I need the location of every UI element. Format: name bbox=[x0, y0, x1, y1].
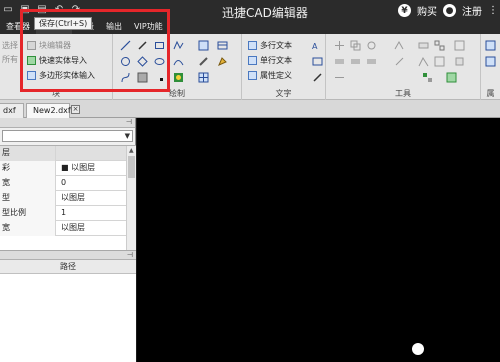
rotate-tool-icon[interactable] bbox=[366, 40, 377, 51]
text-group: 多行文本 单行文本 属性定义 A 文字 bbox=[242, 34, 326, 100]
table-row[interactable]: 型比例 1 bbox=[0, 206, 136, 221]
property-key: 型比例 bbox=[0, 206, 56, 221]
property-value bbox=[57, 146, 124, 161]
properties-panel: ⊣ ▼ 层 彩 ■ 以图层 宽 0 型 以图层 型比例 1 宽 以图层 ▲ ⊣ … bbox=[0, 118, 136, 362]
layer-icon[interactable] bbox=[485, 40, 496, 51]
single-line-text-icon bbox=[248, 56, 257, 65]
table-row[interactable]: 层 bbox=[0, 146, 136, 161]
multiline-text-button[interactable]: 多行文本 bbox=[248, 40, 292, 51]
chevron-down-icon: ▼ bbox=[124, 132, 130, 140]
pin-icon[interactable]: ⊣ bbox=[126, 118, 132, 126]
app-title: 迅捷CAD编辑器 bbox=[222, 6, 308, 20]
close-tab-icon[interactable]: × bbox=[71, 105, 80, 114]
text-style-icon[interactable]: A bbox=[312, 40, 323, 51]
attribute-group: 属 bbox=[481, 34, 500, 100]
measure-tool-icon[interactable] bbox=[422, 72, 433, 83]
stretch-tool-icon[interactable] bbox=[334, 56, 345, 67]
save-tooltip: 保存(Ctrl+S) bbox=[34, 17, 93, 30]
table-dropdown-icon[interactable] bbox=[217, 40, 228, 51]
text-edit-icon[interactable] bbox=[312, 56, 323, 67]
explode-tool-icon[interactable] bbox=[454, 40, 465, 51]
offset-tool-icon[interactable] bbox=[418, 40, 429, 51]
polyline-tool-icon[interactable] bbox=[173, 40, 184, 51]
property-key: 宽 bbox=[0, 176, 56, 191]
register-link[interactable]: 注册 bbox=[462, 3, 482, 18]
copy-tool-icon[interactable] bbox=[350, 40, 361, 51]
properties-tool-icon[interactable] bbox=[446, 72, 457, 83]
path-list bbox=[0, 274, 136, 362]
property-key: 型 bbox=[0, 191, 56, 206]
more-icon[interactable]: ⋮ bbox=[488, 5, 498, 16]
attribute-definition-icon bbox=[248, 71, 257, 80]
arc-tool-icon[interactable] bbox=[173, 56, 184, 67]
text-group-label: 文字 bbox=[275, 89, 292, 98]
attribute-definition-label: 属性定义 bbox=[260, 71, 292, 80]
pin-icon[interactable]: ⊣ bbox=[127, 251, 133, 259]
array-tool-icon[interactable] bbox=[434, 40, 445, 51]
join-tool-icon[interactable] bbox=[334, 72, 345, 83]
all-label[interactable]: 所有 bbox=[2, 54, 18, 65]
attribute-definition-button[interactable]: 属性定义 bbox=[248, 70, 292, 81]
buy-link[interactable]: 购买 bbox=[417, 3, 437, 18]
table-row[interactable]: 宽 以图层 bbox=[0, 221, 136, 236]
grid-table-icon[interactable] bbox=[198, 72, 209, 83]
tools-group: 工具 bbox=[326, 34, 481, 100]
entity-selector-dropdown[interactable]: ▼ bbox=[2, 130, 133, 142]
tab-dxf[interactable]: dxf bbox=[0, 103, 24, 118]
properties-panel-header: ⊣ bbox=[0, 118, 135, 128]
text-find-icon[interactable] bbox=[312, 72, 323, 83]
break-tool-icon[interactable] bbox=[454, 56, 465, 67]
properties-table: 层 彩 ■ 以图层 宽 0 型 以图层 型比例 1 宽 以图层 ▲ ▼ bbox=[0, 145, 136, 264]
cursor-marker bbox=[412, 343, 424, 355]
fillet-tool-icon[interactable] bbox=[434, 56, 445, 67]
property-key: 宽 bbox=[0, 221, 56, 236]
property-value: 0 bbox=[61, 178, 67, 187]
single-line-text-label: 单行文本 bbox=[260, 56, 292, 65]
mirror-tool-icon[interactable] bbox=[394, 40, 405, 51]
scroll-thumb[interactable] bbox=[128, 156, 135, 178]
scale-tool-icon[interactable] bbox=[394, 56, 405, 67]
path-column-header[interactable]: 路径 bbox=[0, 260, 136, 274]
chamfer-tool-icon[interactable] bbox=[418, 56, 429, 67]
layer-state-icon[interactable] bbox=[485, 56, 496, 67]
properties-scrollbar[interactable]: ▲ ▼ bbox=[126, 146, 136, 264]
drawing-canvas[interactable] bbox=[137, 118, 500, 362]
property-key: 层 bbox=[0, 146, 56, 161]
tab-new2-dxf[interactable]: New2.dxf bbox=[26, 103, 71, 118]
table-row[interactable]: 宽 0 bbox=[0, 176, 136, 191]
yen-icon[interactable]: ¥ bbox=[398, 4, 411, 17]
attribute-group-label: 属 bbox=[486, 89, 495, 98]
property-key: 彩 bbox=[0, 161, 56, 176]
single-line-text-button[interactable]: 单行文本 bbox=[248, 55, 292, 66]
fill-tool-icon[interactable] bbox=[217, 56, 228, 67]
multiline-text-label: 多行文本 bbox=[260, 41, 292, 50]
property-value: 1 bbox=[61, 208, 67, 217]
region-tool-icon[interactable] bbox=[173, 72, 184, 83]
brush-tool-icon[interactable] bbox=[198, 56, 209, 67]
trim-tool-icon[interactable] bbox=[350, 56, 361, 67]
table-row[interactable]: 彩 ■ 以图层 bbox=[0, 161, 136, 176]
svg-text:A: A bbox=[312, 42, 318, 51]
extend-tool-icon[interactable] bbox=[366, 56, 377, 67]
move-tool-icon[interactable] bbox=[334, 40, 345, 51]
property-value: ■ 以图层 bbox=[61, 163, 96, 172]
multiline-text-icon bbox=[248, 41, 257, 50]
property-value: 以图层 bbox=[61, 223, 85, 232]
file-panel-header: ⊣ bbox=[0, 250, 136, 260]
tools-group-label: 工具 bbox=[395, 89, 411, 98]
scroll-up-icon[interactable]: ▲ bbox=[129, 147, 134, 154]
user-icon[interactable]: ● bbox=[443, 4, 456, 17]
table-row[interactable]: 型 以图层 bbox=[0, 191, 136, 206]
title-actions: ¥ 购买 ● 注册 ⋮ bbox=[398, 3, 498, 18]
property-value: 以图层 bbox=[61, 193, 85, 202]
open-icon[interactable]: ▭ bbox=[2, 3, 14, 15]
select-label[interactable]: 选择 bbox=[2, 40, 18, 51]
insert-image-icon[interactable] bbox=[198, 40, 209, 51]
